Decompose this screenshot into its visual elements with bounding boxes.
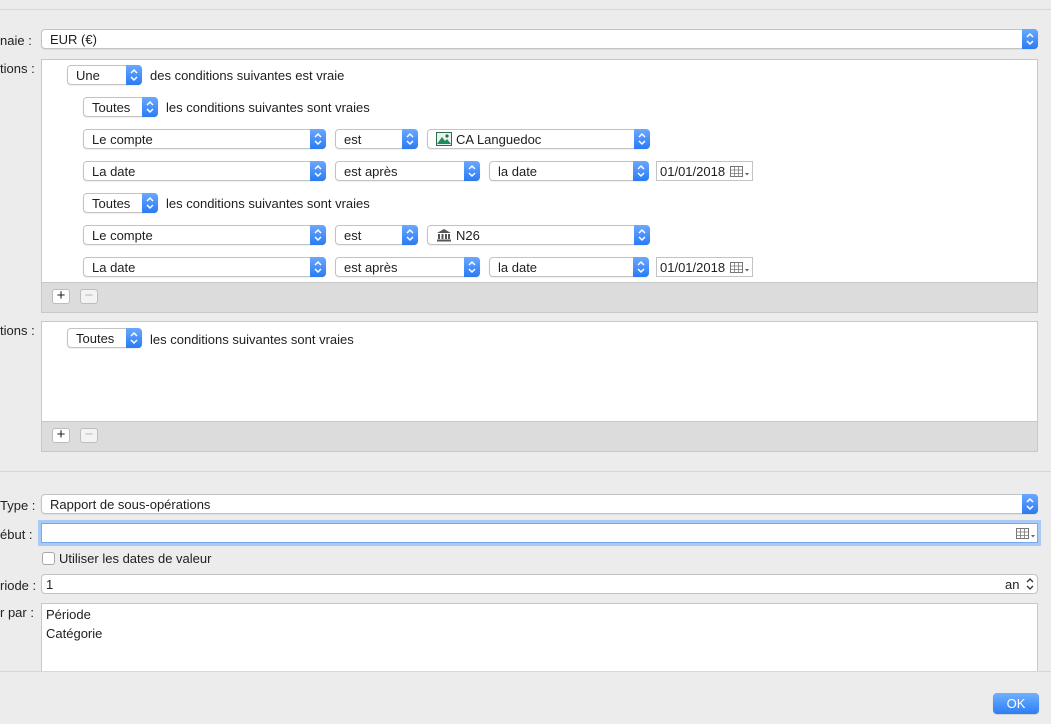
rule-value-select[interactable]: la date <box>489 161 649 181</box>
root-condition-text: des conditions suivantes est vraie <box>150 68 345 83</box>
start-date-field[interactable] <box>41 523 1038 543</box>
rule-field-value: La date <box>92 260 136 275</box>
currency-select[interactable]: EUR (€) <box>41 29 1038 49</box>
ok-button[interactable]: OK <box>993 693 1039 714</box>
add-filter-button[interactable]: + <box>52 427 70 443</box>
rule-value-select[interactable]: CA Languedoc <box>427 129 650 149</box>
rule-operator-value: est <box>344 132 362 147</box>
start-date-label: ébut : <box>0 527 33 542</box>
rule-operator-select[interactable]: est après <box>335 257 480 277</box>
bank-building-icon <box>436 228 452 245</box>
rule-operator-select[interactable]: est <box>335 129 418 149</box>
chevron-updown-icon <box>310 225 326 245</box>
rule-field-select[interactable]: Le compte <box>83 225 326 245</box>
root-quantifier-value: Une <box>76 68 100 83</box>
chevron-updown-icon <box>310 257 326 277</box>
chevron-updown-icon <box>633 161 649 181</box>
report-type-value: Rapport de sous-opérations <box>50 497 211 512</box>
root-quantifier-select[interactable]: Une <box>67 65 142 85</box>
filters-quantifier-value: Toutes <box>76 331 115 346</box>
filters-panel-footer: + − <box>42 421 1037 451</box>
chevron-updown-icon <box>1022 494 1038 514</box>
chevron-updown-icon <box>464 161 480 181</box>
rule-operator-select[interactable]: est <box>335 225 418 245</box>
conditions-panel: Une des conditions suivantes est vraie T… <box>41 59 1038 313</box>
period-label: riode : <box>0 578 37 593</box>
currency-label: naie : <box>0 33 32 48</box>
report-type-label: Type : <box>0 498 36 513</box>
rule-field-value: Le compte <box>92 132 153 147</box>
period-field[interactable]: 1 an <box>41 574 1038 594</box>
value-dates-checkbox[interactable] <box>42 552 55 565</box>
chevron-updown-icon <box>1022 29 1038 49</box>
rule-field-value: La date <box>92 164 136 179</box>
add-condition-button[interactable]: + <box>52 288 70 304</box>
chevron-updown-icon <box>126 328 142 348</box>
remove-filter-button[interactable]: − <box>80 427 98 443</box>
filters-quantifier-select[interactable]: Toutes <box>67 328 142 348</box>
chevron-updown-icon <box>310 129 326 149</box>
group-by-list[interactable]: Période Catégorie <box>41 603 1038 671</box>
conditions-label: tions : <box>0 61 35 76</box>
filters-text: les conditions suivantes sont vraies <box>150 332 354 347</box>
value-dates-label: Utiliser les dates de valeur <box>59 551 212 566</box>
bank-logo-icon <box>436 132 452 149</box>
filters-label: tions : <box>0 323 35 338</box>
rule-field-value: Le compte <box>92 228 153 243</box>
chevron-updown-icon <box>464 257 480 277</box>
rule-value-select[interactable]: la date <box>489 257 649 277</box>
list-item[interactable]: Catégorie <box>46 626 102 641</box>
stepper-icon[interactable] <box>1025 577 1035 594</box>
calendar-icon[interactable] <box>730 262 750 277</box>
remove-condition-button[interactable]: − <box>80 288 98 304</box>
chevron-updown-icon <box>634 225 650 245</box>
rule-value-text: la date <box>498 164 538 179</box>
rule-field-select[interactable]: Le compte <box>83 129 326 149</box>
chevron-updown-icon <box>402 225 418 245</box>
rule-operator-value: est après <box>344 260 398 275</box>
period-unit: an <box>1005 577 1020 592</box>
calendar-icon[interactable] <box>1016 528 1036 543</box>
chevron-updown-icon <box>634 129 650 149</box>
chevron-updown-icon <box>142 193 158 213</box>
rule-date-field[interactable]: 01/01/2018 <box>656 257 753 277</box>
rule-value-text: la date <box>498 260 538 275</box>
rule-date-value: 01/01/2018 <box>660 164 726 179</box>
bottom-separator <box>0 671 1051 672</box>
rule-operator-select[interactable]: est après <box>335 161 480 181</box>
rule-field-select[interactable]: La date <box>83 161 326 181</box>
chevron-updown-icon <box>402 129 418 149</box>
period-value: 1 <box>46 577 54 592</box>
middle-separator <box>0 471 1051 472</box>
list-item[interactable]: Période <box>46 607 91 622</box>
report-type-select[interactable]: Rapport de sous-opérations <box>41 494 1038 514</box>
rule-value-select[interactable]: N26 <box>427 225 650 245</box>
top-separator <box>0 9 1051 10</box>
rule-field-select[interactable]: La date <box>83 257 326 277</box>
calendar-icon[interactable] <box>730 166 750 181</box>
rule-date-value: 01/01/2018 <box>660 260 726 275</box>
rule-date-field[interactable]: 01/01/2018 <box>656 161 753 181</box>
group-2-quantifier-value: Toutes <box>92 196 131 211</box>
group-2-quantifier-select[interactable]: Toutes <box>83 193 158 213</box>
group-1-text: les conditions suivantes sont vraies <box>166 100 370 115</box>
group-1-quantifier-value: Toutes <box>92 100 131 115</box>
group-2-text: les conditions suivantes sont vraies <box>166 196 370 211</box>
chevron-updown-icon <box>310 161 326 181</box>
currency-select-value: EUR (€) <box>50 32 97 47</box>
conditions-panel-footer: + − <box>42 282 1037 312</box>
group-1-quantifier-select[interactable]: Toutes <box>83 97 158 117</box>
rule-value-text: N26 <box>456 228 480 243</box>
group-by-label: r par : <box>0 605 34 620</box>
chevron-updown-icon <box>633 257 649 277</box>
chevron-updown-icon <box>126 65 142 85</box>
filters-panel: Toutes les conditions suivantes sont vra… <box>41 321 1038 452</box>
rule-operator-value: est après <box>344 164 398 179</box>
chevron-updown-icon <box>142 97 158 117</box>
rule-operator-value: est <box>344 228 362 243</box>
rule-value-text: CA Languedoc <box>456 132 542 147</box>
